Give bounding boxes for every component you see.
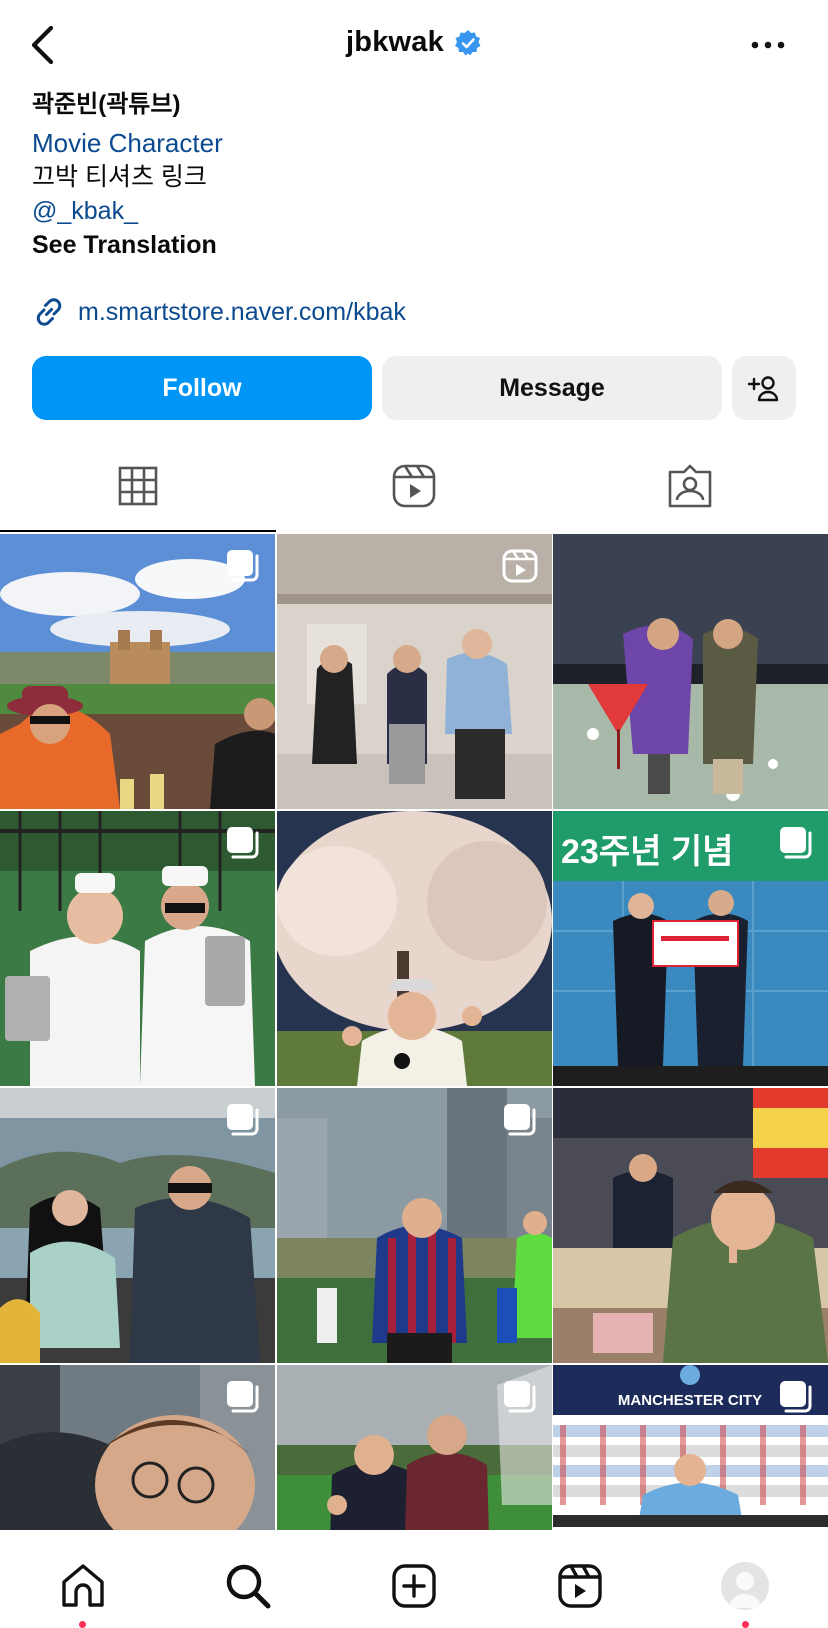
home-notification-dot xyxy=(79,1621,87,1628)
profile-notification-dot xyxy=(741,1621,749,1628)
post-image xyxy=(276,1088,552,1363)
search-icon xyxy=(227,1564,271,1609)
top-bar: jbkwak xyxy=(0,0,828,90)
profile-actions: Follow Message xyxy=(32,356,796,420)
bio-mention-link[interactable]: @_kbak_ xyxy=(32,194,792,228)
reels-icon xyxy=(557,1564,602,1608)
bio-line: 끄박 티셔츠 링크 xyxy=(32,163,207,191)
nav-profile[interactable] xyxy=(715,1556,775,1628)
add-person-icon xyxy=(748,376,779,402)
link-icon xyxy=(36,298,62,326)
post-tile[interactable] xyxy=(276,1088,552,1363)
tab-reels[interactable] xyxy=(276,440,552,532)
post-tile[interactable] xyxy=(0,811,275,1086)
profile-avatar xyxy=(721,1562,770,1610)
post-image xyxy=(0,1088,275,1363)
tab-posts[interactable] xyxy=(0,440,276,532)
posts-grid: 23주년 기념 MANCHESTER CITY xyxy=(0,534,828,1628)
post-image xyxy=(276,534,552,809)
link-url: m.smartstore.naver.com/kbak xyxy=(78,297,406,326)
more-horizontal-icon xyxy=(751,41,785,49)
post-tile[interactable] xyxy=(276,534,552,809)
post-image xyxy=(553,1088,828,1363)
profile-tabs xyxy=(0,440,828,532)
post-tile[interactable]: 23주년 기념 xyxy=(553,811,828,1086)
nav-reels[interactable] xyxy=(550,1556,610,1616)
post-tile[interactable] xyxy=(553,1088,828,1363)
nav-home[interactable] xyxy=(53,1556,113,1628)
username-title: jbkwak xyxy=(346,26,444,58)
ceremony-sign-text: 23주년 기념 xyxy=(561,833,733,871)
nav-create[interactable] xyxy=(384,1556,444,1616)
create-icon xyxy=(392,1564,436,1608)
bottom-nav xyxy=(0,1530,828,1628)
tab-tagged[interactable] xyxy=(552,440,828,532)
post-image xyxy=(276,811,552,1086)
title-row: jbkwak xyxy=(0,26,828,59)
post-tile[interactable] xyxy=(553,534,828,809)
press-banner-text: MANCHESTER CITY xyxy=(618,1392,762,1409)
post-tile[interactable] xyxy=(276,811,552,1086)
nav-search[interactable] xyxy=(218,1556,278,1616)
suggested-users-button[interactable] xyxy=(732,356,796,420)
profile-bio: 곽준빈(곽튜브) Movie Character 끄박 티셔츠 링크 @_kba… xyxy=(32,88,792,262)
external-link[interactable]: m.smartstore.naver.com/kbak xyxy=(32,295,406,329)
default-avatar-icon xyxy=(729,1572,762,1608)
home-icon xyxy=(62,1564,104,1607)
display-name: 곽준빈(곽튜브) xyxy=(32,91,181,118)
follow-button[interactable]: Follow xyxy=(32,356,372,420)
verified-badge-icon xyxy=(454,29,482,57)
see-translation-button[interactable]: See Translation xyxy=(32,228,792,262)
post-tile[interactable] xyxy=(0,1088,275,1363)
message-button[interactable]: Message xyxy=(382,356,722,420)
post-tile[interactable] xyxy=(0,534,275,809)
post-image: 23주년 기념 xyxy=(553,811,828,1086)
grid-icon xyxy=(118,466,158,506)
tagged-icon xyxy=(668,464,712,508)
more-options-button[interactable] xyxy=(748,30,788,60)
post-image xyxy=(0,811,275,1086)
active-tab-indicator xyxy=(0,530,276,532)
reels-icon xyxy=(392,464,436,508)
post-image xyxy=(0,534,275,809)
post-image xyxy=(553,534,828,809)
category-label: Movie Character xyxy=(32,128,223,158)
